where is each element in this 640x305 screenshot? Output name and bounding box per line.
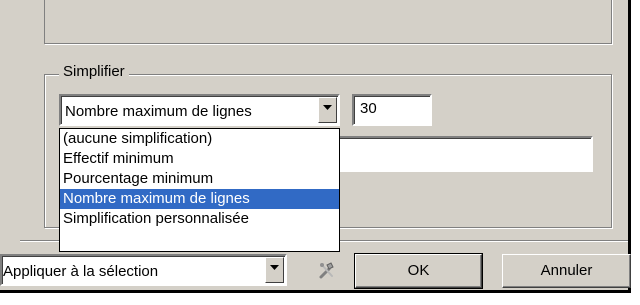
chevron-down-icon[interactable] (265, 257, 284, 283)
option-minimum-count[interactable]: Effectif minimum (60, 149, 339, 169)
simplification-mode-value: Nombre maximum de lignes (65, 103, 252, 120)
option-maximum-lines[interactable]: Nombre maximum de lignes (60, 189, 339, 209)
cancel-button[interactable]: Annuler (502, 254, 631, 288)
simplification-mode-select[interactable]: Nombre maximum de lignes (59, 94, 340, 126)
simplifier-group-label: Simplifier (59, 62, 129, 82)
dialog-window: Simplifier Nombre maximum de lignes 30 A… (0, 0, 631, 293)
apply-scope-select[interactable]: Appliquer à la sélection (0, 254, 287, 286)
custom-simplification-field[interactable] (335, 136, 593, 172)
chevron-down-icon[interactable] (318, 97, 337, 123)
max-lines-input[interactable]: 30 (352, 94, 432, 126)
upper-group-box (44, 0, 612, 44)
option-custom-simplification[interactable]: Simplification personnalisée (60, 209, 339, 229)
option-minimum-percentage[interactable]: Pourcentage minimum (60, 169, 339, 189)
apply-scope-value: Appliquer à la sélection (3, 263, 159, 280)
option-no-simplification[interactable]: (aucune simplification) (60, 129, 339, 149)
ok-button[interactable]: OK (354, 253, 483, 289)
simplification-options-list[interactable]: (aucune simplification) Effectif minimum… (59, 128, 340, 252)
tools-icon[interactable] (317, 259, 337, 281)
